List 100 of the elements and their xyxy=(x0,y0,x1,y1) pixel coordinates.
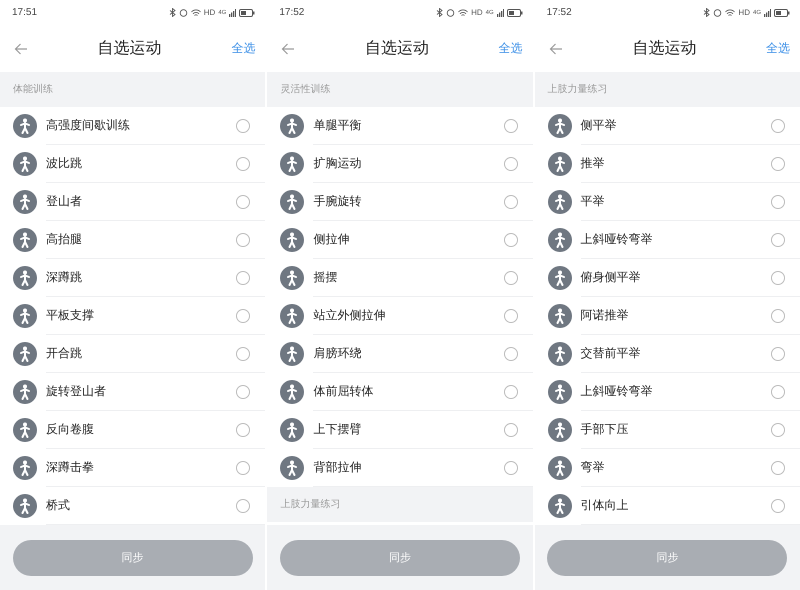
section-header: 上肢力量练习 xyxy=(267,487,533,522)
exercise-label: 高抬腿 xyxy=(46,231,82,248)
exercise-figure-icon xyxy=(13,228,37,252)
exercise-figure-icon xyxy=(548,418,572,442)
page-title: 自选运动 xyxy=(364,38,430,59)
radio-button[interactable] xyxy=(504,156,518,170)
exercise-figure-icon xyxy=(280,228,304,252)
wifi-icon xyxy=(458,8,468,16)
radio-button[interactable] xyxy=(504,346,518,360)
radio-button[interactable] xyxy=(236,270,250,284)
exercise-label: 反向卷腹 xyxy=(46,421,94,438)
exercise-figure-icon xyxy=(548,114,572,138)
exercise-label: 背部拉伸 xyxy=(313,459,362,476)
exercise-figure-icon xyxy=(280,190,304,214)
exercise-label: 深蹲跳 xyxy=(46,269,82,286)
network-label: HD xyxy=(738,8,750,17)
radio-button[interactable] xyxy=(504,422,518,436)
exercise-label: 侧平举 xyxy=(580,117,617,134)
wifi-icon xyxy=(725,8,736,16)
radio-button[interactable] xyxy=(504,384,518,398)
status-time: 17:52 xyxy=(546,7,572,18)
back-arrow-icon[interactable] xyxy=(548,42,563,54)
exercise-label: 摇摆 xyxy=(313,269,338,286)
radio-button[interactable] xyxy=(236,460,250,474)
exercise-figure-icon xyxy=(280,152,304,176)
exercise-figure-icon xyxy=(548,304,572,328)
battery-icon xyxy=(239,8,256,16)
exercise-figure-icon xyxy=(548,228,572,252)
radio-button[interactable] xyxy=(236,384,250,398)
exercise-label: 旋转登山者 xyxy=(46,383,106,400)
network-label: HD xyxy=(471,8,483,17)
radio-button[interactable] xyxy=(504,460,518,474)
exercise-label: 俯身侧平举 xyxy=(580,269,641,286)
exercise-figure-icon xyxy=(280,266,304,290)
select-all-button[interactable]: 全选 xyxy=(498,40,523,57)
exercise-figure-icon xyxy=(13,342,37,366)
bluetooth-icon xyxy=(168,8,176,17)
radio-button[interactable] xyxy=(504,232,518,246)
radio-button[interactable] xyxy=(236,194,250,208)
radio-button[interactable] xyxy=(771,460,785,474)
exercise-figure-icon xyxy=(548,342,572,366)
select-all-button[interactable]: 全选 xyxy=(766,40,790,57)
status-time: 17:52 xyxy=(279,7,304,18)
exercise-label: 单腿平衡 xyxy=(313,117,362,134)
exercise-figure-icon xyxy=(280,342,304,366)
exercise-label: 交替前平举 xyxy=(580,345,641,362)
radio-button[interactable] xyxy=(236,422,250,436)
radio-button[interactable] xyxy=(236,308,250,322)
radio-button[interactable] xyxy=(771,308,785,322)
radio-button[interactable] xyxy=(771,118,785,132)
exercise-label: 弯举 xyxy=(580,459,605,476)
bluetooth-icon xyxy=(436,8,444,17)
exercise-figure-icon xyxy=(280,418,304,442)
radio-button[interactable] xyxy=(771,194,785,208)
exercise-label: 上下摆臂 xyxy=(313,421,362,438)
radio-button[interactable] xyxy=(236,346,250,360)
radio-button[interactable] xyxy=(771,346,785,360)
radio-button[interactable] xyxy=(504,308,518,322)
radio-button[interactable] xyxy=(771,498,785,512)
back-arrow-icon[interactable] xyxy=(281,42,296,54)
exercise-label: 站立外侧拉伸 xyxy=(313,307,386,324)
exercise-label: 上斜哑铃弯举 xyxy=(580,383,653,400)
exercise-label: 体前屈转体 xyxy=(313,383,374,400)
exercise-figure-icon xyxy=(13,418,37,442)
page-title: 自选运动 xyxy=(631,38,698,59)
exercise-figure-icon xyxy=(13,380,37,404)
exercise-figure-icon xyxy=(548,266,572,290)
select-all-button[interactable]: 全选 xyxy=(231,40,256,57)
back-arrow-icon[interactable] xyxy=(14,42,28,54)
exercise-label: 扩胸运动 xyxy=(313,155,362,172)
radio-button[interactable] xyxy=(771,232,785,246)
radio-button[interactable] xyxy=(504,118,518,132)
exercise-label: 开合跳 xyxy=(46,345,82,362)
exercise-label: 深蹲击拳 xyxy=(46,459,94,476)
exercise-label: 平板支撑 xyxy=(46,307,94,324)
radio-button[interactable] xyxy=(236,156,250,170)
section-header: 上肢力量练习 xyxy=(534,72,800,107)
radio-button[interactable] xyxy=(504,270,518,284)
radio-button[interactable] xyxy=(236,232,250,246)
signal-icon xyxy=(496,8,504,16)
battery-icon xyxy=(506,8,523,16)
radio-button[interactable] xyxy=(236,118,250,132)
radio-button[interactable] xyxy=(236,498,250,512)
exercise-label: 阿诺推举 xyxy=(580,307,629,324)
radio-button[interactable] xyxy=(771,422,785,436)
radio-button[interactable] xyxy=(771,270,785,284)
exercise-figure-icon xyxy=(13,152,37,176)
exercise-figure-icon xyxy=(13,266,37,290)
radio-button[interactable] xyxy=(771,384,785,398)
exercise-figure-icon xyxy=(548,190,572,214)
exercise-label: 平举 xyxy=(580,193,605,210)
exercise-figure-icon xyxy=(548,494,572,518)
wifi-icon xyxy=(190,8,201,16)
radio-button[interactable] xyxy=(504,194,518,208)
exercise-figure-icon xyxy=(13,456,37,480)
exercise-label: 上斜哑铃弯举 xyxy=(580,231,653,248)
exercise-figure-icon xyxy=(548,152,572,176)
exercise-label: 手腕旋转 xyxy=(313,193,362,210)
exercise-label: 手部下压 xyxy=(580,421,629,438)
radio-button[interactable] xyxy=(771,156,785,170)
